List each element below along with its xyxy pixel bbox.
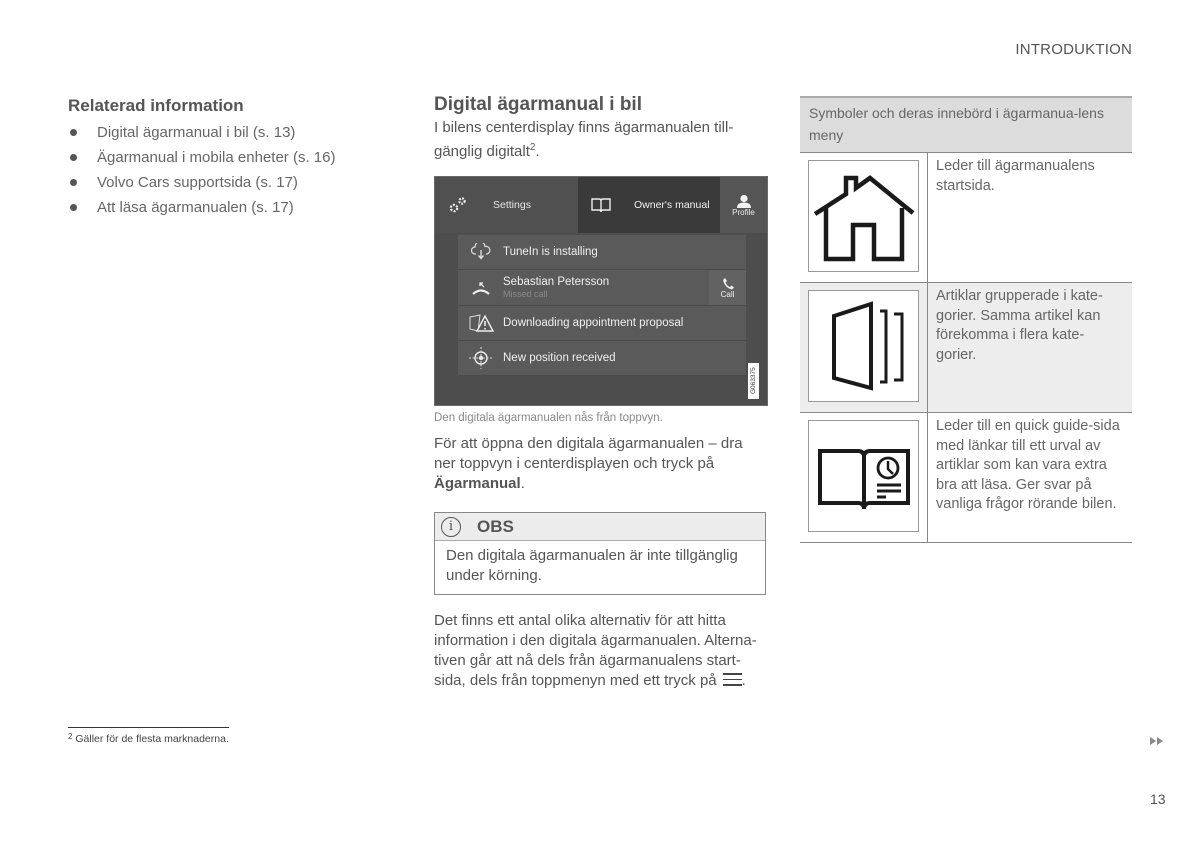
symbols-table-header: Symboler och deras innebörd i ägarmanua-… [800,96,1132,153]
section-header: INTRODUKTION [1015,41,1132,58]
owners-manual-button[interactable]: Owner's manual [578,177,720,233]
notification-text: TuneIn is installing [503,246,598,258]
symbol-description: Artiklar grupperade i kate-gorier. Samma… [936,288,1103,363]
related-link[interactable]: Att läsa ägarmanualen (s. 17) [68,195,398,220]
settings-label: Settings [493,199,531,211]
menu-item-reference: Ägarmanual [434,475,521,492]
hamburger-menu-icon [722,673,742,686]
intro-text: I bilens centerdisplay finns ägarmanuale… [434,119,734,160]
related-link-text[interactable]: Volvo Cars supportsida (s. 17) [97,174,298,191]
profile-button[interactable]: Profile [720,177,767,233]
profile-label: Profile [732,207,755,217]
symbol-icon-cell [800,153,928,282]
notification-item[interactable]: TuneIn is installing [458,235,746,270]
main-section: Digital ägarmanual i bil I bilens center… [434,94,768,162]
gps-position-icon [458,346,503,370]
symbol-row: Artiklar grupperade i kate-gorier. Samma… [800,283,1132,413]
symbol-description: Leder till en quick guide-sida med länka… [936,418,1120,512]
top-view-bar: Settings Owner's manual Profile [435,177,767,233]
related-link[interactable]: Volvo Cars supportsida (s. 17) [68,170,398,195]
image-code-label: G063375 [748,363,759,399]
symbols-table: Symboler och deras innebörd i ägarmanua-… [800,96,1132,543]
alternatives-text: Det finns ett antal olika alternativ för… [434,612,757,689]
notification-item[interactable]: New position received [458,341,746,376]
section-title: Digital ägarmanual i bil [434,94,642,115]
instruction-paragraph: För att öppna den digitala ägarmanualen … [434,434,768,494]
footnote-divider [68,727,229,728]
notification-text: New position received [503,352,616,364]
notification-subtext: Missed call [503,289,548,299]
instruction-end: . [520,475,525,492]
note-box: i OBS Den digitala ägarmanualen är inte … [434,512,766,595]
book-icon [578,197,624,213]
info-icon: i [441,516,461,537]
notification-item[interactable]: Sebastian Petersson Missed call Call [458,270,746,306]
settings-button[interactable]: Settings [435,177,578,233]
caller-name: Sebastian Petersson [503,276,610,288]
quick-guide-icon [808,420,919,532]
alternatives-end: . [741,672,746,689]
symbol-row: Leder till ägarmanualens startsida. [800,153,1132,283]
symbol-icon-cell [800,413,928,542]
call-button[interactable]: Call [709,270,746,305]
notification-item[interactable]: Downloading appointment proposal [458,306,746,341]
continue-arrows-icon [1150,737,1163,745]
related-information: Relaterad information Digital ägarmanual… [68,96,398,220]
note-title: OBS [477,516,514,536]
settings-gear-icon [435,195,481,215]
related-title: Relaterad information [68,96,244,115]
intro-end: . [535,143,540,160]
missed-call-icon [458,279,503,297]
bullet-icon [70,129,77,136]
note-text: Den digitala ägarmanualen är inte tillgä… [446,547,738,584]
symbol-row: Leder till en quick guide-sida med länka… [800,413,1132,543]
call-label: Call [720,289,735,299]
home-icon [808,160,919,272]
bullet-icon [70,154,77,161]
related-link-text[interactable]: Ägarmanual i mobila enheter (s. 16) [97,149,335,166]
owners-manual-label: Owner's manual [634,199,710,211]
center-display-screenshot: Settings Owner's manual Profile TuneIn i… [434,176,768,406]
alternatives-paragraph: Det finns ett antal olika alternativ för… [434,611,768,691]
categories-icon [808,290,919,402]
notification-text: Downloading appointment proposal [503,317,684,329]
notification-list: TuneIn is installing Sebastian Petersson… [458,235,746,376]
bullet-icon [70,179,77,186]
related-link[interactable]: Ägarmanual i mobila enheter (s. 16) [68,145,398,170]
intro-paragraph: I bilens centerdisplay finns ägarmanuale… [434,118,768,162]
footnote: 2 Gäller för de flesta marknaderna. [68,732,229,745]
notification-text: Sebastian Petersson Missed call [503,276,609,299]
footnote-number: 2 [68,732,73,741]
warning-icon [458,313,503,333]
note-header: i OBS [435,513,765,541]
footnote-text: Gäller för de flesta marknaderna. [75,733,229,745]
symbol-icon-cell [800,283,928,412]
page-number: 13 [1150,791,1166,807]
cloud-download-icon [458,243,503,261]
bullet-icon [70,204,77,211]
related-link[interactable]: Digital ägarmanual i bil (s. 13) [68,120,398,145]
related-link-text[interactable]: Digital ägarmanual i bil (s. 13) [97,124,295,141]
profile-icon [736,194,751,208]
instruction-text: För att öppna den digitala ägarmanualen … [434,435,743,472]
phone-icon [722,277,734,289]
symbol-description: Leder till ägarmanualens startsida. [936,158,1095,194]
related-link-text[interactable]: Att läsa ägarmanualen (s. 17) [97,199,294,216]
related-list: Digital ägarmanual i bil (s. 13) Ägarman… [68,120,398,220]
image-caption: Den digitala ägarmanualen nås från toppv… [434,412,663,424]
